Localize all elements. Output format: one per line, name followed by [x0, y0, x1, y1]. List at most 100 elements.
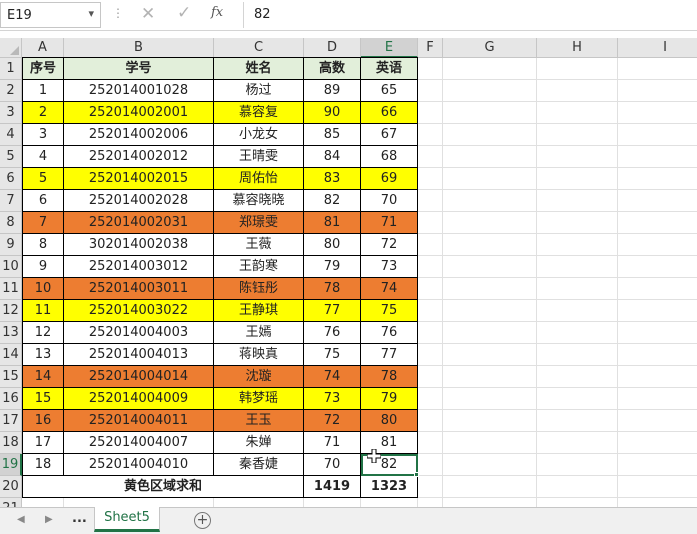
cell-english[interactable]: 79: [361, 388, 418, 410]
column-header[interactable]: H: [537, 38, 618, 58]
empty-cell[interactable]: [618, 212, 697, 234]
row-header[interactable]: 5: [0, 146, 22, 168]
empty-cell[interactable]: [537, 234, 618, 256]
row-header[interactable]: 1: [0, 58, 22, 80]
empty-cell[interactable]: [618, 300, 697, 322]
empty-cell[interactable]: [537, 366, 618, 388]
row-header[interactable]: 12: [0, 300, 22, 322]
cell-math[interactable]: 74: [304, 366, 361, 388]
cell-name[interactable]: 王嫣: [214, 322, 304, 344]
summary-label[interactable]: 黄色区域求和: [22, 476, 304, 498]
row-header[interactable]: 13: [0, 322, 22, 344]
cell-student-id[interactable]: 252014002031: [64, 212, 214, 234]
empty-cell[interactable]: [443, 344, 537, 366]
enter-icon[interactable]: ✓: [177, 3, 191, 23]
cell-student-id[interactable]: 252014002012: [64, 146, 214, 168]
empty-cell[interactable]: [537, 344, 618, 366]
row-header[interactable]: 15: [0, 366, 22, 388]
empty-cell[interactable]: [618, 168, 697, 190]
empty-cell[interactable]: [418, 322, 443, 344]
empty-cell[interactable]: [443, 432, 537, 454]
header-cell-name[interactable]: 姓名: [214, 57, 304, 80]
empty-cell[interactable]: [618, 278, 697, 300]
cell-seq[interactable]: 13: [22, 344, 64, 366]
empty-cell[interactable]: [418, 124, 443, 146]
cell-english[interactable]: 76: [361, 322, 418, 344]
cell-math[interactable]: 82: [304, 190, 361, 212]
cell-name[interactable]: 陈钰彤: [214, 278, 304, 300]
row-header[interactable]: 20: [0, 476, 22, 498]
empty-cell[interactable]: [418, 278, 443, 300]
empty-cell[interactable]: [618, 190, 697, 212]
cell-student-id[interactable]: 302014002038: [64, 234, 214, 256]
cell-english[interactable]: 75: [361, 300, 418, 322]
row-header[interactable]: 16: [0, 388, 22, 410]
cell-math[interactable]: 89: [304, 80, 361, 102]
drag-handle-icon[interactable]: ⋮: [112, 6, 124, 20]
cell-student-id[interactable]: 252014004014: [64, 366, 214, 388]
insert-function-icon[interactable]: fx: [211, 5, 223, 20]
cell-student-id[interactable]: 252014004011: [64, 410, 214, 432]
cell-math[interactable]: 71: [304, 432, 361, 454]
cell-name[interactable]: 沈璇: [214, 366, 304, 388]
cell-student-id[interactable]: 252014004009: [64, 388, 214, 410]
row-header[interactable]: 8: [0, 212, 22, 234]
cell-english[interactable]: 80: [361, 410, 418, 432]
cell-english[interactable]: 73: [361, 256, 418, 278]
cell-seq[interactable]: 17: [22, 432, 64, 454]
empty-cell[interactable]: [443, 146, 537, 168]
cell-seq[interactable]: 5: [22, 168, 64, 190]
column-header[interactable]: C: [214, 38, 304, 58]
empty-cell[interactable]: [537, 146, 618, 168]
empty-cell[interactable]: [443, 454, 537, 476]
cell-seq[interactable]: 2: [22, 102, 64, 124]
empty-cell[interactable]: [537, 80, 618, 102]
empty-cell[interactable]: [418, 388, 443, 410]
cell-math[interactable]: 90: [304, 102, 361, 124]
empty-cell[interactable]: [618, 146, 697, 168]
name-box[interactable]: E19 ▾: [0, 2, 101, 28]
empty-cell[interactable]: [443, 212, 537, 234]
empty-cell[interactable]: [418, 212, 443, 234]
cell-english[interactable]: 72: [361, 234, 418, 256]
empty-cell[interactable]: [537, 454, 618, 476]
empty-cell[interactable]: [537, 124, 618, 146]
cell-math[interactable]: 80: [304, 234, 361, 256]
row-header[interactable]: 2: [0, 80, 22, 102]
cell-student-id[interactable]: 252014002001: [64, 102, 214, 124]
empty-cell[interactable]: [443, 124, 537, 146]
empty-cell[interactable]: [443, 168, 537, 190]
empty-cell[interactable]: [618, 432, 697, 454]
empty-cell[interactable]: [443, 322, 537, 344]
column-header[interactable]: A: [22, 38, 64, 58]
row-header[interactable]: 9: [0, 234, 22, 256]
summary-english[interactable]: 1323: [361, 476, 418, 498]
empty-cell[interactable]: [537, 410, 618, 432]
header-cell-student-id[interactable]: 学号: [64, 57, 214, 80]
cell-seq[interactable]: 16: [22, 410, 64, 432]
empty-cell[interactable]: [443, 410, 537, 432]
row-header[interactable]: 3: [0, 102, 22, 124]
cell-math[interactable]: 75: [304, 344, 361, 366]
empty-cell[interactable]: [443, 256, 537, 278]
cell-student-id[interactable]: 252014004013: [64, 344, 214, 366]
empty-cell[interactable]: [618, 58, 697, 80]
cell-seq[interactable]: 6: [22, 190, 64, 212]
select-all-corner[interactable]: [0, 38, 22, 58]
empty-cell[interactable]: [418, 102, 443, 124]
cell-student-id[interactable]: 252014004003: [64, 322, 214, 344]
cancel-icon[interactable]: ✕: [141, 4, 155, 24]
cell-name[interactable]: 王韵寒: [214, 256, 304, 278]
cell-student-id[interactable]: 252014002028: [64, 190, 214, 212]
empty-cell[interactable]: [537, 432, 618, 454]
column-header[interactable]: D: [304, 38, 361, 58]
empty-cell[interactable]: [443, 476, 537, 498]
more-sheets-button[interactable]: ...: [72, 511, 87, 526]
cell-seq[interactable]: 14: [22, 366, 64, 388]
empty-cell[interactable]: [618, 410, 697, 432]
empty-cell[interactable]: [537, 388, 618, 410]
empty-cell[interactable]: [418, 410, 443, 432]
empty-cell[interactable]: [443, 80, 537, 102]
cell-name[interactable]: 王晴雯: [214, 146, 304, 168]
cell-name[interactable]: 慕容复: [214, 102, 304, 124]
